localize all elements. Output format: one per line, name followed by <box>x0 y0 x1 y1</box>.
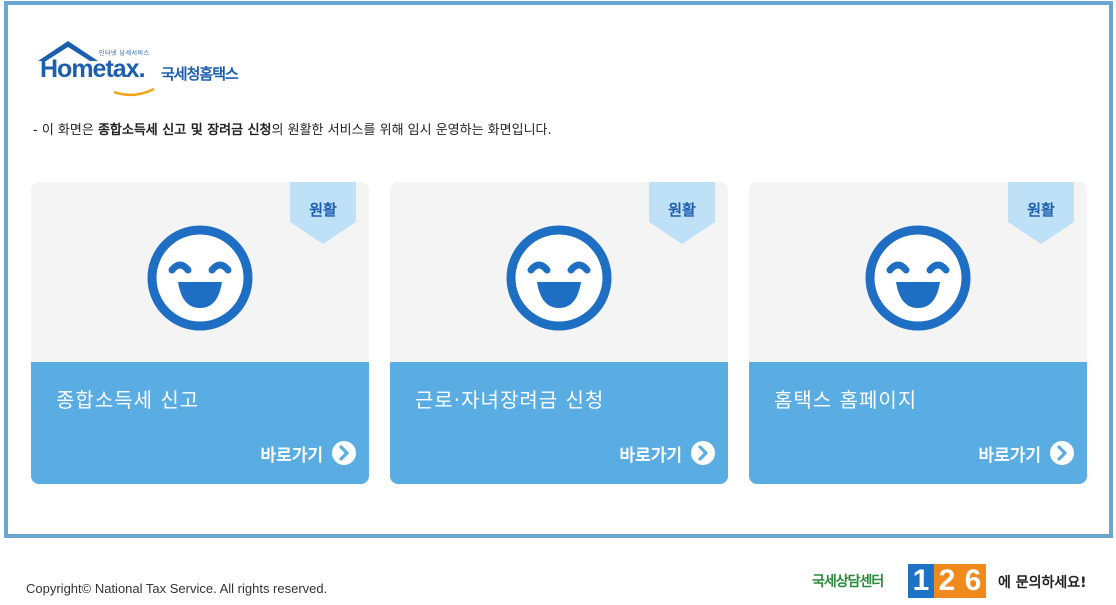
hometax-logo[interactable]: 인터넷 납세서비스 Hometax. 국세청홈택스 <box>34 39 274 99</box>
status-badge: 원활 <box>1008 182 1074 246</box>
card-action-area: 근로·자녀장려금 신청 바로가기 <box>390 362 728 484</box>
call-center-suffix: 에 문의하세요! <box>998 575 1087 591</box>
call-center-banner: 국세상담센터 1 2 6 에 문의하세요! <box>812 564 1102 600</box>
chevron-right-circle-icon <box>691 441 715 465</box>
card-title: 종합소득세 신고 <box>56 388 200 412</box>
card-earned-income-credit[interactable]: 원활 근로·자녀장려금 신청 바로가기 <box>390 182 728 484</box>
go-link[interactable]: 바로가기 <box>260 440 357 466</box>
card-income-tax[interactable]: 원활 종합소득세 신고 바로가기 <box>31 182 369 484</box>
status-badge: 원활 <box>649 182 715 246</box>
go-link[interactable]: 바로가기 <box>978 440 1075 466</box>
go-link-label: 바로가기 <box>260 445 323 466</box>
card-action-area: 홈택스 홈페이지 바로가기 <box>749 362 1087 484</box>
status-badge-label: 원활 <box>1027 201 1055 219</box>
chevron-right-circle-icon <box>332 441 356 465</box>
call-center-digit: 2 <box>934 564 960 598</box>
notice-bold: 종합소득세 신고 및 장려금 신청 <box>97 123 272 138</box>
call-center-label: 국세상담센터 <box>812 574 884 590</box>
notice-prefix: - 이 화면은 <box>33 123 98 138</box>
smiley-face-icon <box>865 225 971 331</box>
card-hometax-homepage[interactable]: 원활 홈택스 홈페이지 바로가기 <box>749 182 1087 484</box>
logo-text: Hometax. <box>40 55 146 83</box>
call-center-digit: 1 <box>908 564 934 598</box>
card-status-area: 원활 <box>31 182 369 362</box>
smiley-face-icon <box>147 225 253 331</box>
go-link[interactable]: 바로가기 <box>619 440 716 466</box>
notice-text: - 이 화면은 종합소득세 신고 및 장려금 신청의 원활한 서비스를 위해 임… <box>33 119 552 138</box>
status-badge: 원활 <box>290 182 356 246</box>
go-link-label: 바로가기 <box>619 445 682 466</box>
notice-suffix: 의 원활한 서비스를 위해 임시 운영하는 화면입니다. <box>271 123 552 138</box>
card-status-area: 원활 <box>390 182 728 362</box>
status-badge-label: 원활 <box>309 201 337 219</box>
card-title: 홈택스 홈페이지 <box>774 388 918 412</box>
card-title: 근로·자녀장려금 신청 <box>415 388 605 412</box>
call-center-digit: 6 <box>960 564 986 598</box>
card-status-area: 원활 <box>749 182 1087 362</box>
smiley-face-icon <box>506 225 612 331</box>
card-action-area: 종합소득세 신고 바로가기 <box>31 362 369 484</box>
call-center-number: 1 2 6 <box>908 564 986 598</box>
copyright-text: Copyright© National Tax Service. All rig… <box>26 581 328 596</box>
go-link-label: 바로가기 <box>978 445 1041 466</box>
logo-korean: 국세청홈택스 <box>161 65 239 83</box>
status-badge-label: 원활 <box>668 201 696 219</box>
chevron-right-circle-icon <box>1050 441 1074 465</box>
